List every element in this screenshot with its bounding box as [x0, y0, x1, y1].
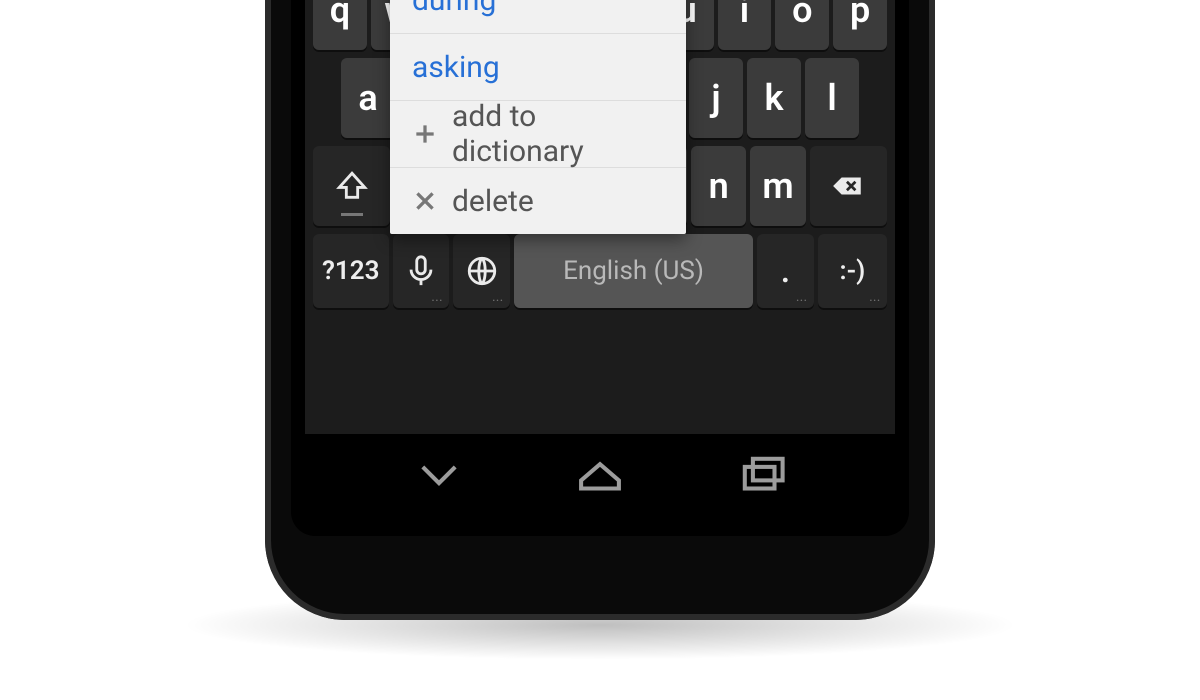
key-l[interactable]: l	[805, 58, 859, 138]
recents-icon	[734, 448, 788, 502]
screen: q1w2e3r4t5y6u7i8o9p0 asdfghjkl zxcvbnm	[305, 0, 895, 520]
key-i[interactable]: i8	[718, 0, 772, 50]
language-key[interactable]: ...	[453, 234, 510, 308]
symbols-key[interactable]: ?123	[313, 234, 389, 308]
backspace-key[interactable]	[810, 146, 887, 226]
emoticon-label: :-)	[840, 256, 866, 286]
key-q[interactable]: q1	[313, 0, 367, 50]
delete-label: delete	[452, 184, 534, 219]
home-button[interactable]	[573, 448, 627, 506]
chevron-down-icon	[412, 448, 466, 502]
suggestion-item[interactable]: during	[390, 0, 686, 34]
close-icon	[412, 188, 438, 214]
add-to-dictionary-button[interactable]: add to dictionary	[390, 101, 686, 168]
emoticon-key[interactable]: :-)...	[818, 234, 887, 308]
voice-input-key[interactable]: ...	[393, 234, 450, 308]
plus-icon	[412, 121, 438, 147]
back-button[interactable]	[412, 448, 466, 506]
add-label: add to dictionary	[452, 99, 664, 169]
period-key[interactable]: ....	[757, 234, 814, 308]
recents-button[interactable]	[734, 448, 788, 506]
delete-suggestion-button[interactable]: delete	[390, 168, 686, 234]
shift-key[interactable]	[313, 146, 390, 226]
shift-icon	[335, 169, 369, 203]
key-m[interactable]: m	[750, 146, 805, 226]
backspace-icon	[831, 169, 865, 203]
key-n[interactable]: n	[691, 146, 746, 226]
phone-frame: q1w2e3r4t5y6u7i8o9p0 asdfghjkl zxcvbnm	[265, 0, 935, 620]
key-k[interactable]: k	[747, 58, 801, 138]
system-nav-bar	[305, 434, 895, 520]
key-j[interactable]: j	[689, 58, 743, 138]
home-icon	[573, 448, 627, 502]
globe-icon	[465, 254, 499, 288]
spacebar[interactable]: English (US)	[514, 234, 753, 308]
key-a[interactable]: a	[341, 58, 395, 138]
period-label: .	[781, 252, 790, 290]
key-p[interactable]: p0	[833, 0, 887, 50]
mic-icon	[404, 254, 438, 288]
suggestion-item[interactable]: asking	[390, 34, 686, 101]
suggestion-popup: doing during asking add to dictionary de…	[390, 0, 686, 234]
key-o[interactable]: o9	[775, 0, 829, 50]
